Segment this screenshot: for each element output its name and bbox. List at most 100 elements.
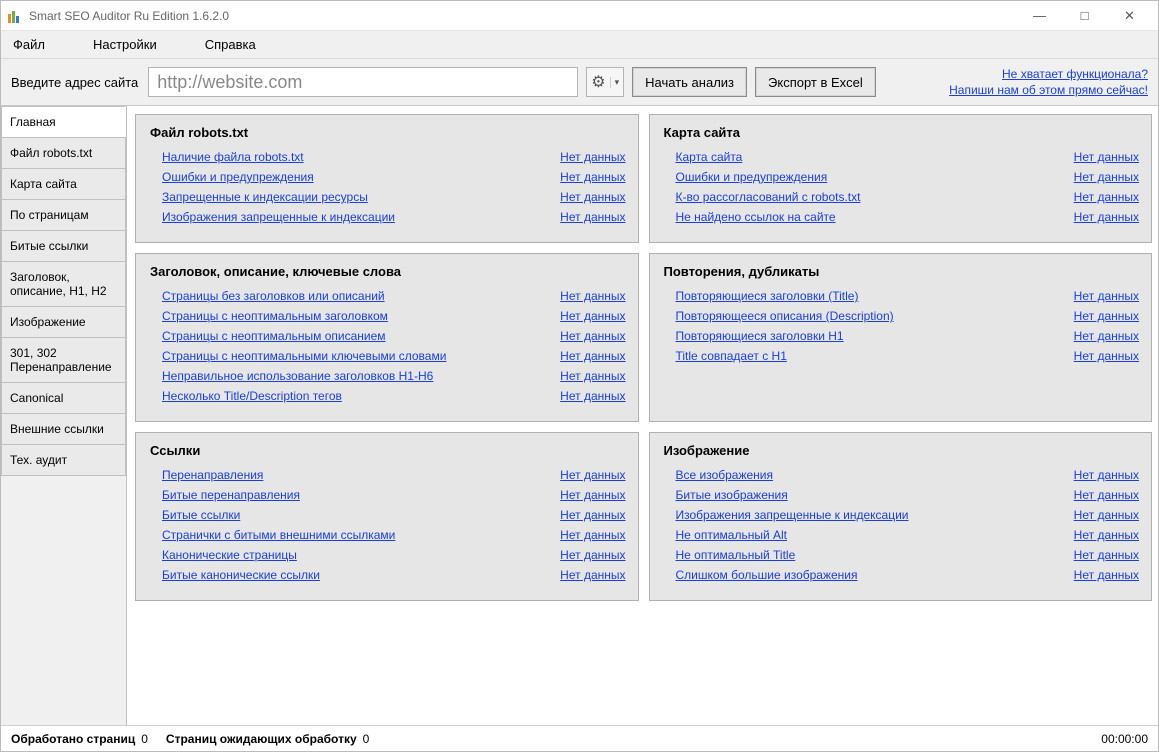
card-row: Перенаправления Нет данных: [162, 468, 626, 482]
card-item-link[interactable]: К-во рассогласований с robots.txt: [676, 190, 861, 204]
card-item-value[interactable]: Нет данных: [1074, 548, 1139, 562]
status-pending-label: Страниц ожидающих обработку: [166, 732, 357, 746]
card-item-link[interactable]: Запрещенные к индексации ресурсы: [162, 190, 368, 204]
card-item-value[interactable]: Нет данных: [560, 170, 625, 184]
card-item-value[interactable]: Нет данных: [1074, 150, 1139, 164]
sidebar-tab[interactable]: 301, 302 Перенаправление: [1, 337, 126, 383]
card-item-link[interactable]: Ошибки и предупреждения: [162, 170, 314, 184]
sidebar-tab[interactable]: Внешние ссылки: [1, 413, 126, 445]
menu-file[interactable]: Файл: [13, 37, 45, 52]
maximize-button[interactable]: □: [1062, 1, 1107, 31]
card-item-value[interactable]: Нет данных: [560, 190, 625, 204]
titlebar: Smart SEO Auditor Ru Edition 1.6.2.0 — □…: [1, 1, 1158, 31]
sidebar-tab[interactable]: Canonical: [1, 382, 126, 414]
statusbar: Обработано страниц 0 Страниц ожидающих о…: [1, 725, 1158, 751]
card-item-link[interactable]: Канонические страницы: [162, 548, 297, 562]
window-title: Smart SEO Auditor Ru Edition 1.6.2.0: [29, 9, 1017, 23]
card-row: Изображения запрещенные к индексации Нет …: [162, 210, 626, 224]
start-analysis-button[interactable]: Начать анализ: [632, 67, 747, 97]
card-item-value[interactable]: Нет данных: [560, 468, 625, 482]
minimize-button[interactable]: —: [1017, 1, 1062, 31]
card-item-link[interactable]: Слишком большие изображения: [676, 568, 858, 582]
card-item-link[interactable]: Наличие файла robots.txt: [162, 150, 304, 164]
card-item-value[interactable]: Нет данных: [560, 150, 625, 164]
card-row: Битые перенаправления Нет данных: [162, 488, 626, 502]
card-item-value[interactable]: Нет данных: [1074, 468, 1139, 482]
card-item-link[interactable]: Странички с битыми внешними ссылками: [162, 528, 395, 542]
close-button[interactable]: ✕: [1107, 1, 1152, 31]
card-item-link[interactable]: Изображения запрещенные к индексации: [162, 210, 395, 224]
sidebar-tab[interactable]: Тех. аудит: [1, 444, 126, 476]
card-item-link[interactable]: Неправильное использование заголовков H1…: [162, 369, 433, 383]
card-item-value[interactable]: Нет данных: [1074, 170, 1139, 184]
menu-settings[interactable]: Настройки: [93, 37, 157, 52]
sidebar-tab[interactable]: Изображение: [1, 306, 126, 338]
card-item-link[interactable]: Страницы с неоптимальным заголовком: [162, 309, 388, 323]
sidebar-tab[interactable]: По страницам: [1, 199, 126, 231]
card-item-link[interactable]: Битые изображения: [676, 488, 788, 502]
card-item-value[interactable]: Нет данных: [1074, 329, 1139, 343]
card-item-link[interactable]: Не найдено ссылок на сайте: [676, 210, 836, 224]
card-item-value[interactable]: Нет данных: [560, 349, 625, 363]
menu-help[interactable]: Справка: [205, 37, 256, 52]
card-item-link[interactable]: Изображения запрещенные к индексации: [676, 508, 909, 522]
card-item-value[interactable]: Нет данных: [1074, 309, 1139, 323]
card-item-value[interactable]: Нет данных: [1074, 289, 1139, 303]
card-item-value[interactable]: Нет данных: [560, 210, 625, 224]
card-item-link[interactable]: Повторяющиеся заголовки H1: [676, 329, 844, 343]
card-item-value[interactable]: Нет данных: [560, 369, 625, 383]
card-item-value[interactable]: Нет данных: [1074, 568, 1139, 582]
card-item-link[interactable]: Повторяющееся описания (Description): [676, 309, 894, 323]
card-item-value[interactable]: Нет данных: [1074, 349, 1139, 363]
card-item-link[interactable]: Битые канонические ссылки: [162, 568, 320, 582]
sidebar-tab[interactable]: Файл robots.txt: [1, 137, 126, 169]
card-item-value[interactable]: Нет данных: [1074, 190, 1139, 204]
card-item-value[interactable]: Нет данных: [1074, 508, 1139, 522]
settings-dropdown-button[interactable]: ⚙ ▾: [586, 67, 624, 97]
card-item-link[interactable]: Не оптимальный Alt: [676, 528, 788, 542]
card-item-link[interactable]: Страницы без заголовков или описаний: [162, 289, 385, 303]
card-item-value[interactable]: Нет данных: [560, 528, 625, 542]
card-item-link[interactable]: Битые ссылки: [162, 508, 240, 522]
sidebar-tab[interactable]: Главная: [1, 106, 126, 138]
sidebar: ГлавнаяФайл robots.txtКарта сайтаПо стра…: [1, 106, 126, 725]
promo-link-1[interactable]: Не хватает функционала?: [1002, 67, 1148, 81]
card-row: Повторяющиеся заголовки (Title) Нет данны…: [676, 289, 1140, 303]
card-item-link[interactable]: Страницы с неоптимальным описанием: [162, 329, 386, 343]
card-item-value[interactable]: Нет данных: [560, 329, 625, 343]
card-item-link[interactable]: Повторяющиеся заголовки (Title): [676, 289, 859, 303]
card-item-value[interactable]: Нет данных: [560, 568, 625, 582]
main-scroll[interactable]: Файл robots.txtНаличие файла robots.txtН…: [127, 106, 1158, 725]
status-time: 00:00:00: [1101, 732, 1148, 746]
card-item-value[interactable]: Нет данных: [560, 389, 625, 403]
card-item-link[interactable]: Перенаправления: [162, 468, 263, 482]
card-row: Карта сайта Нет данных: [676, 150, 1140, 164]
export-excel-button[interactable]: Экспорт в Excel: [755, 67, 876, 97]
body: ГлавнаяФайл robots.txtКарта сайтаПо стра…: [1, 106, 1158, 725]
card-item-value[interactable]: Нет данных: [560, 548, 625, 562]
dashboard-grid: Файл robots.txtНаличие файла robots.txtН…: [135, 114, 1152, 601]
sidebar-tab[interactable]: Карта сайта: [1, 168, 126, 200]
card-item-value[interactable]: Нет данных: [1074, 210, 1139, 224]
card-item-value[interactable]: Нет данных: [560, 289, 625, 303]
card-item-link[interactable]: Несколько Title/Description тегов: [162, 389, 342, 403]
card-row: Битые изображения Нет данных: [676, 488, 1140, 502]
card-item-value[interactable]: Нет данных: [560, 508, 625, 522]
toolbar: Введите адрес сайта ⚙ ▾ Начать анализ Эк…: [1, 59, 1158, 106]
card-item-link[interactable]: Title совпадает с H1: [676, 349, 787, 363]
card-item-link[interactable]: Ошибки и предупреждения: [676, 170, 828, 184]
url-input[interactable]: [148, 67, 578, 97]
card-row: Битые ссылки Нет данных: [162, 508, 626, 522]
card-item-value[interactable]: Нет данных: [1074, 528, 1139, 542]
sidebar-tab[interactable]: Битые ссылки: [1, 230, 126, 262]
card-item-value[interactable]: Нет данных: [560, 309, 625, 323]
card-item-link[interactable]: Не оптимальный Title: [676, 548, 796, 562]
card-item-value[interactable]: Нет данных: [1074, 488, 1139, 502]
card-item-link[interactable]: Битые перенаправления: [162, 488, 300, 502]
card-item-value[interactable]: Нет данных: [560, 488, 625, 502]
promo-link-2[interactable]: Напиши нам об этом прямо сейчас!: [949, 83, 1148, 97]
card-item-link[interactable]: Страницы с неоптимальными ключевыми слов…: [162, 349, 446, 363]
card-item-link[interactable]: Все изображения: [676, 468, 774, 482]
sidebar-tab[interactable]: Заголовок, описание, H1, H2: [1, 261, 126, 307]
card-item-link[interactable]: Карта сайта: [676, 150, 743, 164]
